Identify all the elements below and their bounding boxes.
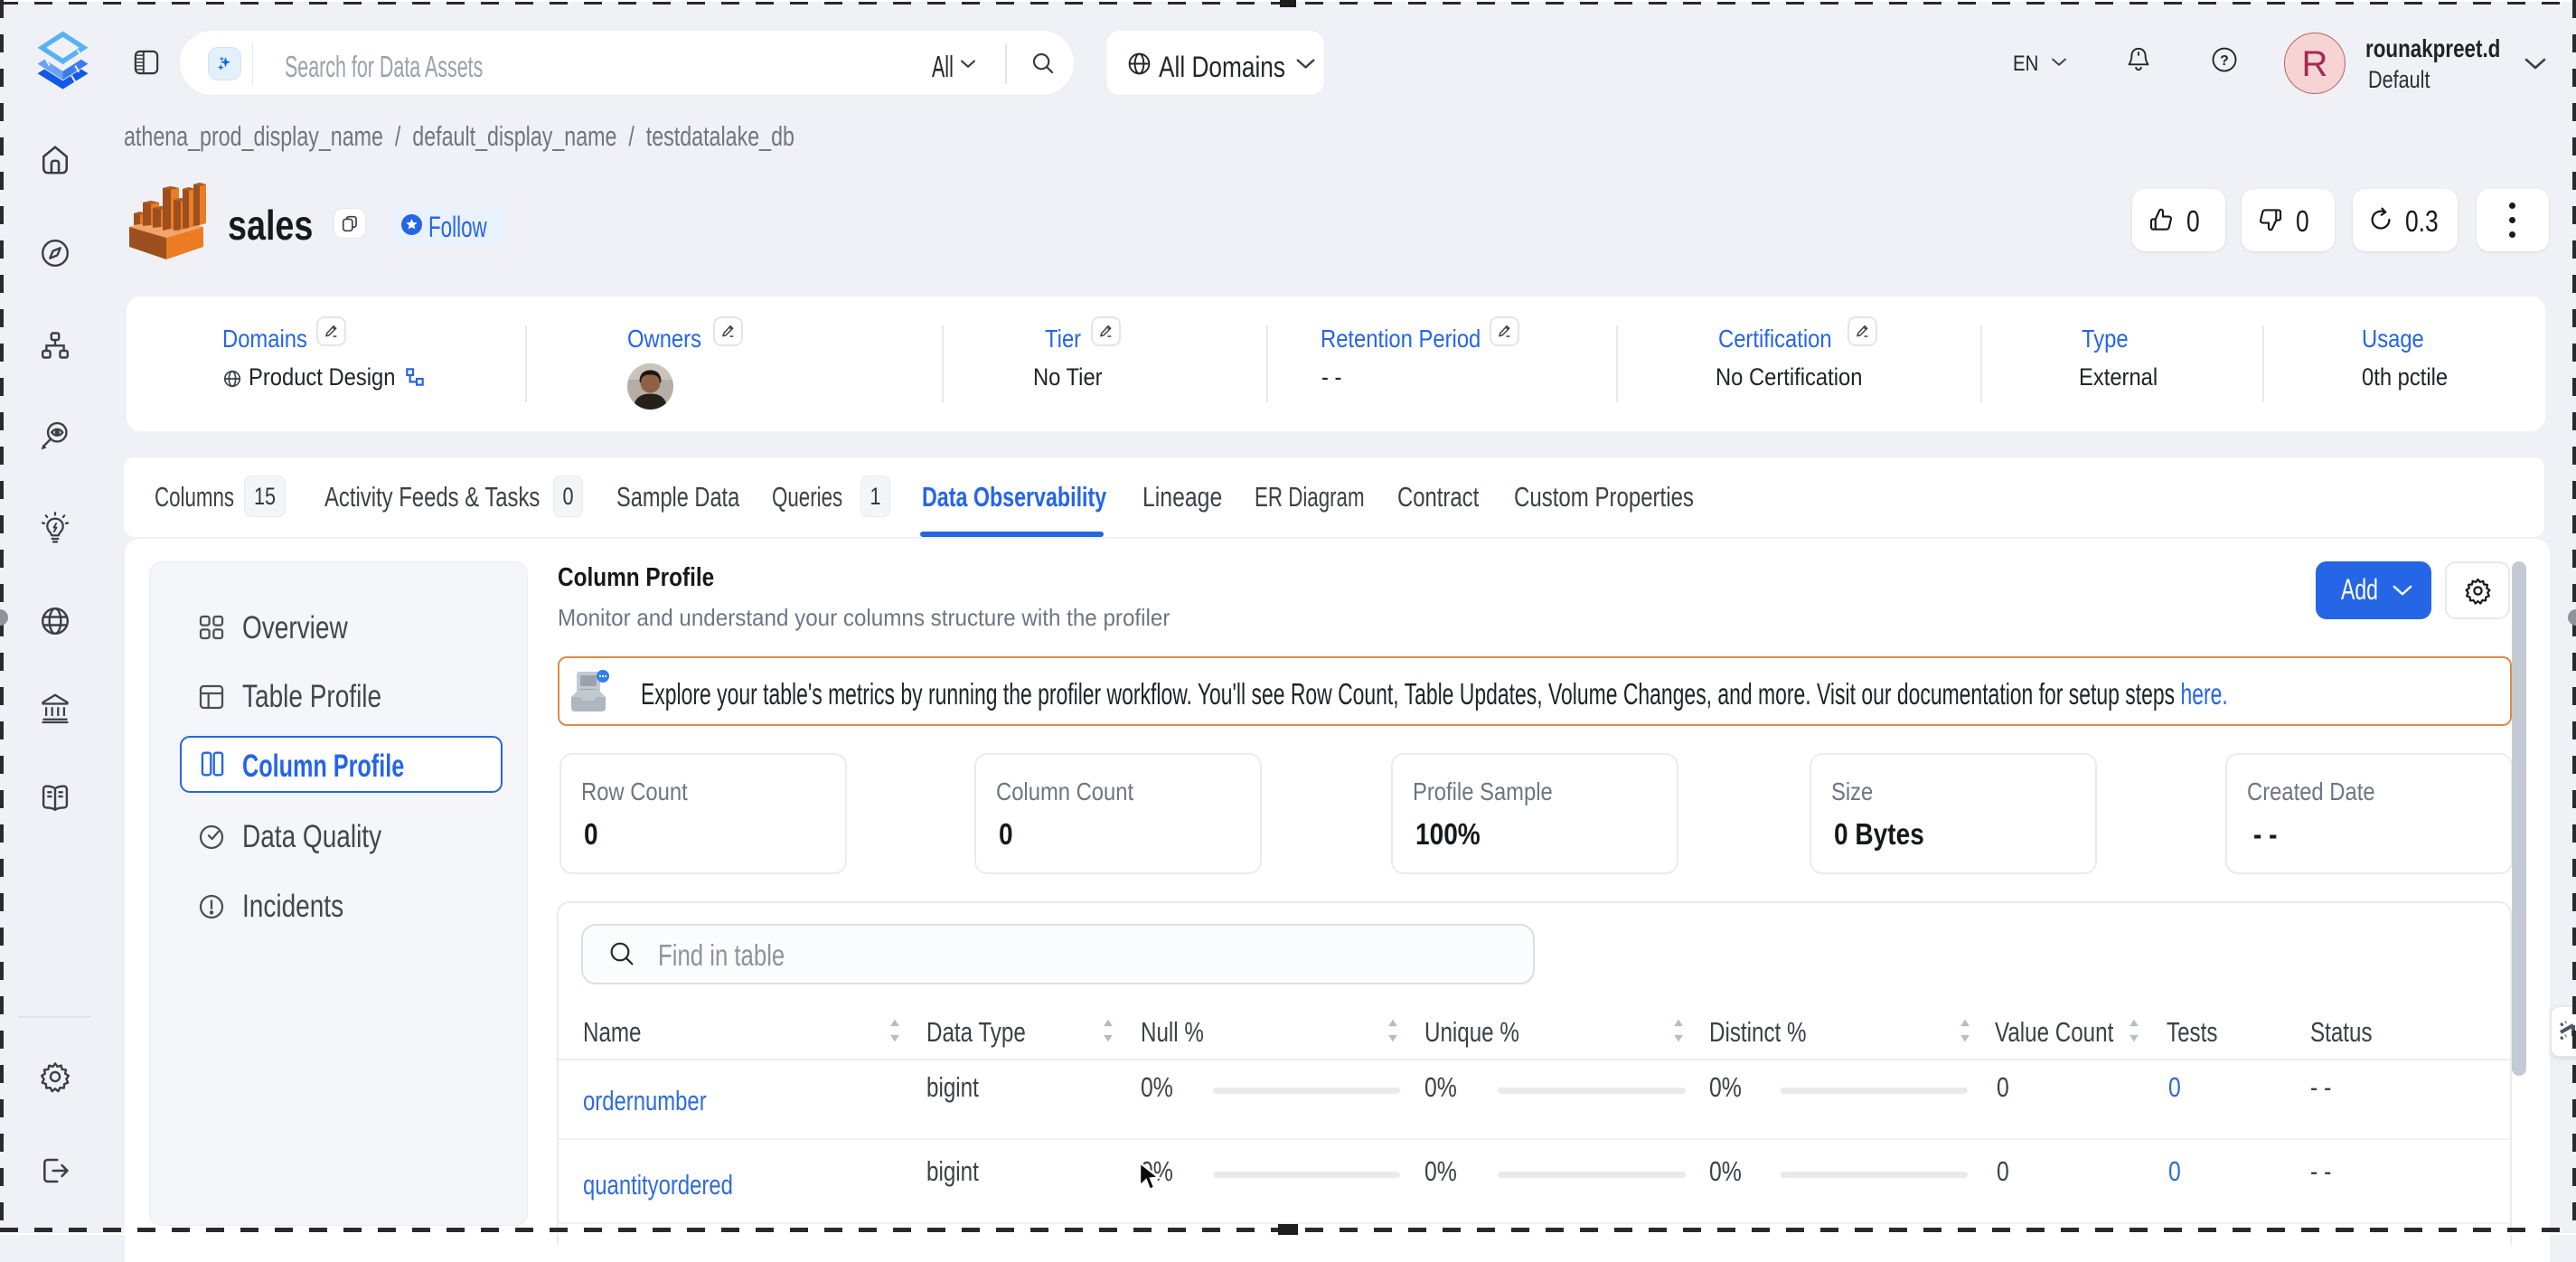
- svg-text:?: ?: [2220, 53, 2229, 69]
